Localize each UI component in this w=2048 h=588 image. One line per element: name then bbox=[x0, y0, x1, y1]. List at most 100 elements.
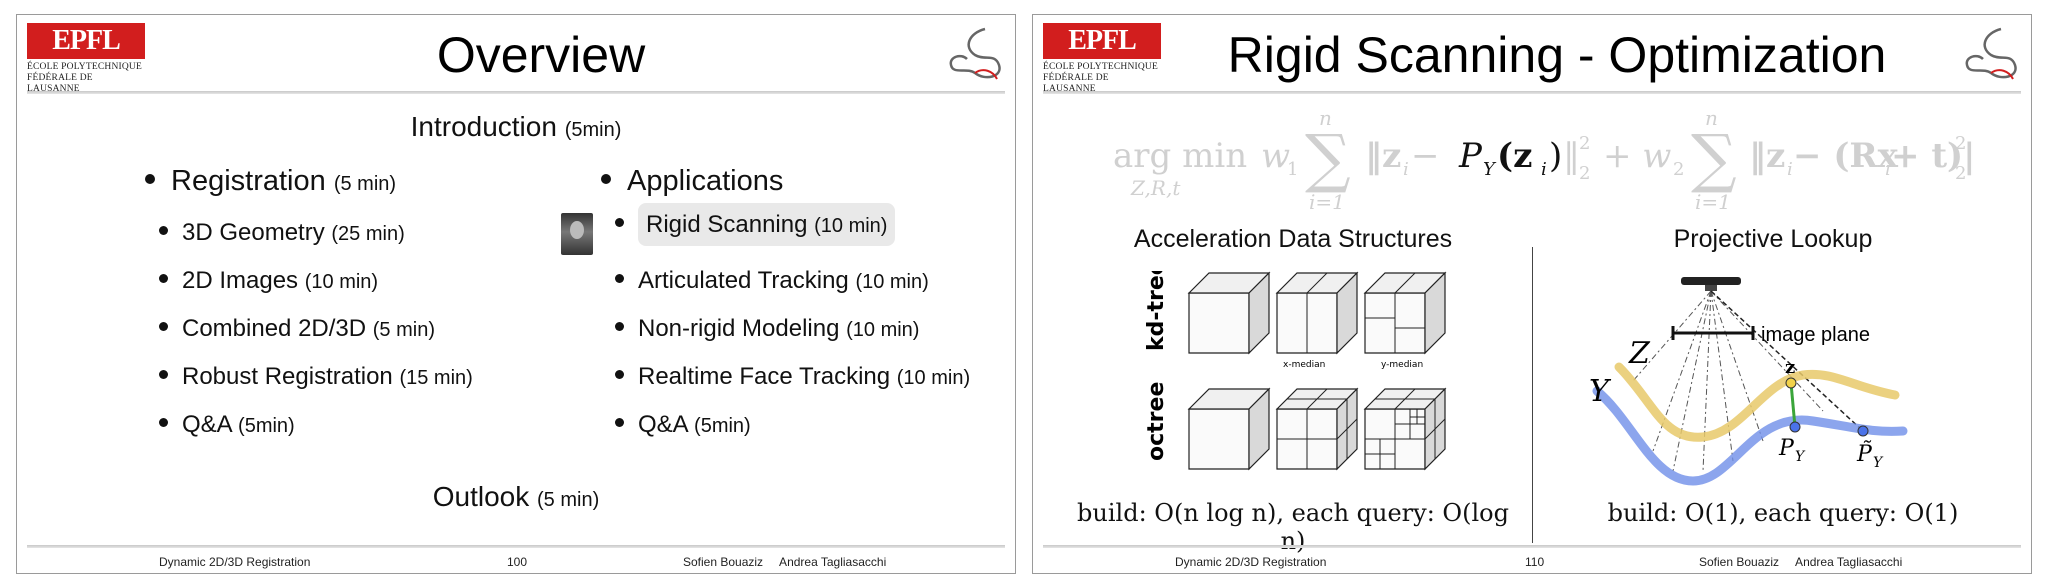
bullet-icon bbox=[615, 322, 624, 332]
svg-text:i: i bbox=[1885, 159, 1891, 180]
list-item: Q&A (5min) bbox=[159, 411, 295, 439]
svg-text:i=1: i=1 bbox=[1309, 190, 1345, 214]
svg-text:i=1: i=1 bbox=[1695, 190, 1731, 214]
current-topic-highlight: Rigid Scanning (10 min) bbox=[638, 203, 896, 246]
x-median-caption: x-median bbox=[1283, 360, 1325, 370]
footer-course: Dynamic 2D/3D Registration bbox=[159, 555, 311, 569]
swirl-logo-icon bbox=[949, 27, 1001, 80]
bullet-icon bbox=[159, 226, 168, 236]
svg-text:i: i bbox=[1403, 159, 1409, 180]
column-divider bbox=[1532, 247, 1533, 543]
logo-line1: ÉCOLE POLYTECHNIQUE bbox=[1043, 62, 1158, 72]
svg-text:Z,R,t: Z,R,t bbox=[1130, 176, 1181, 200]
footer-divider bbox=[27, 545, 1005, 548]
projective-lookup-figure: image plane Z Y z P Y P̃ Y bbox=[1589, 277, 1908, 486]
list-item-current: Rigid Scanning (10 min) bbox=[615, 203, 896, 246]
bullet-icon bbox=[159, 418, 168, 428]
svg-text:2: 2 bbox=[1579, 163, 1590, 184]
optimization-formula: arg min Z,R,t w 1 n ∑ i=1 ‖z i − P Y (z … bbox=[1113, 106, 1973, 214]
kd-cube-1 bbox=[1188, 272, 1270, 354]
svg-text:2: 2 bbox=[1955, 163, 1966, 184]
outlook-line: Outlook (5 min) bbox=[17, 481, 1015, 513]
svg-text:−: − bbox=[1411, 136, 1440, 176]
octree-label: octree bbox=[1144, 382, 1169, 461]
svg-text:− (Rx: − (Rx bbox=[1793, 136, 1899, 176]
outlook-label: Outlook bbox=[432, 481, 530, 512]
point-z bbox=[1785, 377, 1797, 389]
kd-cube-2 bbox=[1276, 272, 1358, 354]
bullet-icon bbox=[615, 218, 624, 228]
kdtree-label: kd-tree bbox=[1144, 271, 1169, 351]
svg-text:∑: ∑ bbox=[1305, 122, 1351, 196]
bullet-icon bbox=[615, 274, 624, 284]
image-plane-marker bbox=[1671, 326, 1755, 340]
logo-line1: ÉCOLE POLYTECHNIQUE bbox=[27, 62, 142, 72]
footer-authors: Sofien Bouaziz Andrea Tagliasacchi bbox=[683, 555, 887, 569]
svg-text:w: w bbox=[1261, 136, 1290, 176]
footer-divider bbox=[1043, 545, 2021, 548]
svg-text:2: 2 bbox=[1579, 133, 1590, 154]
slide-overview: EPFL ÉCOLE POLYTECHNIQUE FÉDÉRALE DE LAU… bbox=[16, 14, 1016, 574]
bullet-icon bbox=[615, 418, 624, 428]
list-item: Robust Registration (15 min) bbox=[159, 363, 473, 391]
footer-page-number: 110 bbox=[1525, 555, 1545, 569]
oct-cube-3 bbox=[1364, 388, 1446, 470]
header-divider bbox=[27, 91, 1005, 94]
acceleration-structures-figure: kd-tree octree x-median y-median bbox=[1144, 271, 1446, 470]
projective-complexity: build: O(1), each query: O(1) bbox=[1607, 499, 1959, 527]
list-item: 2D Images (10 min) bbox=[159, 267, 378, 295]
projective-heading: Projective Lookup bbox=[1673, 225, 1873, 253]
svg-text:arg min: arg min bbox=[1113, 136, 1247, 176]
svg-text:(z: (z bbox=[1497, 136, 1532, 176]
list-item: Registration (5 min) bbox=[145, 165, 396, 198]
svg-text:Y: Y bbox=[1483, 159, 1497, 180]
bullet-icon bbox=[159, 322, 168, 332]
label-Y: Y bbox=[1589, 374, 1612, 409]
epfl-logo: EPFL ÉCOLE POLYTECHNIQUE FÉDÉRALE DE LAU… bbox=[1043, 23, 1161, 94]
image-plane-label: image plane bbox=[1761, 324, 1870, 346]
svg-text:): ) bbox=[1549, 136, 1562, 176]
svg-text:1: 1 bbox=[1287, 159, 1298, 180]
list-item: Articulated Tracking (10 min) bbox=[615, 267, 929, 295]
epfl-logo-mark: EPFL bbox=[1043, 23, 1161, 59]
svg-text:i: i bbox=[1541, 159, 1547, 180]
footer-page-number: 100 bbox=[507, 555, 528, 569]
depth-camera-icon bbox=[1681, 277, 1741, 291]
point-py-tilde bbox=[1857, 425, 1869, 437]
label-z: z bbox=[1785, 357, 1795, 378]
svg-text:+ w: + w bbox=[1603, 136, 1671, 176]
oct-cube-2 bbox=[1276, 388, 1358, 470]
presenter-avatar bbox=[561, 213, 593, 255]
svg-text:‖z: ‖z bbox=[1749, 136, 1785, 176]
list-item: Realtime Face Tracking (10 min) bbox=[615, 363, 970, 391]
bullet-icon bbox=[601, 174, 611, 185]
epfl-logo-mark: EPFL bbox=[27, 23, 145, 59]
svg-text:2: 2 bbox=[1673, 159, 1684, 180]
list-item: 3D Geometry (25 min) bbox=[159, 219, 405, 247]
list-item: Non-rigid Modeling (10 min) bbox=[615, 315, 919, 343]
acceleration-heading: Acceleration Data Structures bbox=[1133, 225, 1453, 253]
intro-label: Introduction bbox=[410, 111, 557, 142]
svg-text:‖z: ‖z bbox=[1365, 136, 1401, 176]
svg-text:i: i bbox=[1787, 159, 1793, 180]
svg-text:P: P bbox=[1458, 136, 1483, 176]
swirl-logo-icon bbox=[1965, 27, 2017, 80]
label-P: P bbox=[1778, 436, 1795, 461]
intro-line: Introduction (5min) bbox=[17, 111, 1015, 143]
point-py bbox=[1789, 421, 1801, 433]
list-item: Q&A (5min) bbox=[615, 411, 751, 439]
y-median-caption: y-median bbox=[1381, 360, 1423, 370]
outlook-duration: (5 min) bbox=[537, 489, 600, 511]
svg-text:∑: ∑ bbox=[1691, 122, 1737, 196]
bullet-icon bbox=[159, 274, 168, 284]
header-divider bbox=[1043, 91, 2021, 94]
label-P-tilde-sub: Y bbox=[1873, 455, 1884, 471]
intro-duration: (5min) bbox=[564, 119, 622, 141]
oct-cube-1 bbox=[1188, 388, 1270, 470]
footer-authors: Sofien Bouaziz Andrea Tagliasacchi bbox=[1699, 555, 1903, 569]
bullet-icon bbox=[159, 370, 168, 380]
footer-course: Dynamic 2D/3D Registration bbox=[1175, 555, 1327, 569]
slide-rigid-scanning: EPFL ÉCOLE POLYTECHNIQUE FÉDÉRALE DE LAU… bbox=[1032, 14, 2032, 574]
slide-title: Rigid Scanning - Optimization bbox=[1227, 27, 1887, 83]
label-P-tilde: P̃ bbox=[1856, 441, 1873, 467]
